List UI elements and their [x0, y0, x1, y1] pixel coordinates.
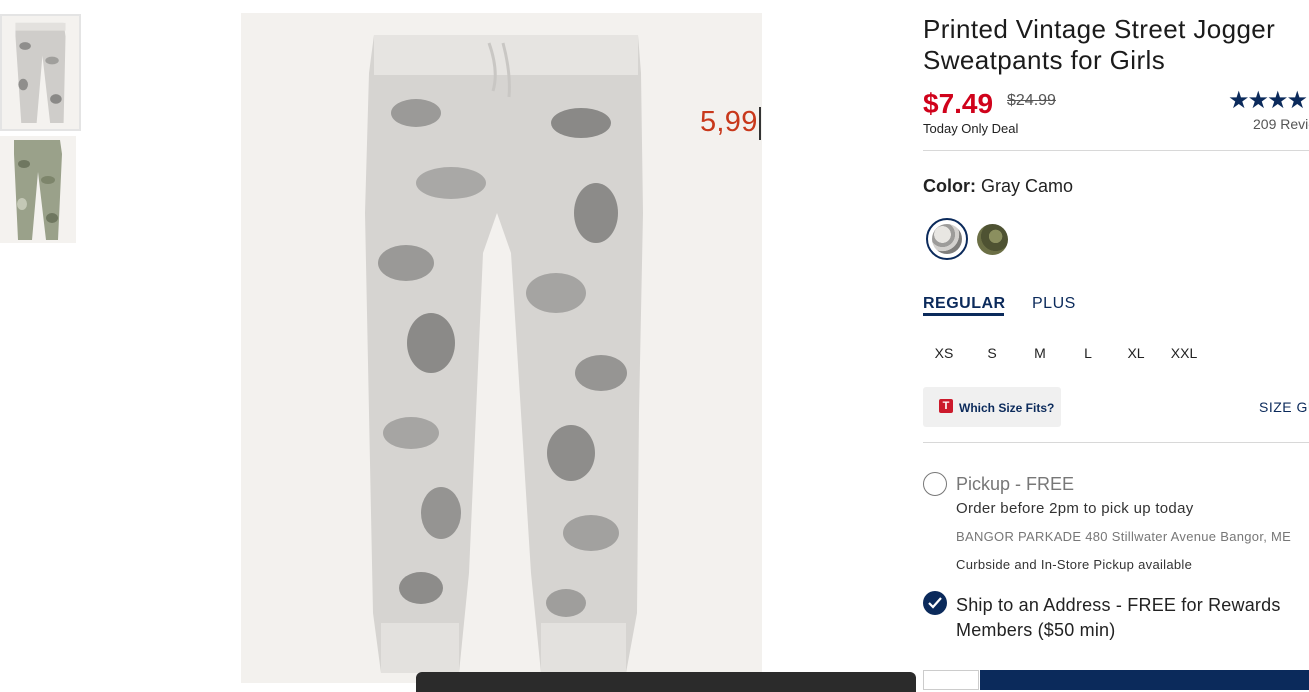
rating-stars-icon[interactable]: ★★★★ — [1228, 86, 1308, 115]
size-option[interactable]: XL — [1116, 345, 1156, 361]
swatch-gray-camo[interactable] — [926, 218, 968, 260]
ship-checkbox[interactable] — [923, 591, 947, 615]
color-value: Gray Camo — [981, 176, 1074, 196]
text-cursor — [759, 107, 761, 140]
thumbnail-gray-camo[interactable] — [0, 14, 81, 131]
color-row: Color: Gray Camo — [923, 176, 1073, 197]
tab-active-indicator — [923, 313, 1004, 316]
pickup-title[interactable]: Pickup - FREE — [956, 474, 1074, 495]
quantity-stepper[interactable] — [923, 670, 979, 690]
store-address[interactable]: BANGOR PARKADE 480 Stillwater Avenue Ban… — [956, 529, 1291, 544]
bottom-toast-bar — [416, 672, 916, 692]
fit-logo-icon: T — [939, 399, 953, 413]
tab-plus[interactable]: PLUS — [1032, 295, 1076, 313]
which-size-fits-button[interactable]: T Which Size Fits? — [923, 387, 1061, 427]
curbside-note: Curbside and In-Store Pickup available — [956, 557, 1193, 572]
size-guide-link[interactable]: SIZE GUIDE — [1259, 399, 1309, 415]
size-option[interactable]: L — [1068, 345, 1108, 361]
pants-thumbnail-icon — [0, 136, 76, 243]
thumbnail-green-camo[interactable] — [0, 136, 76, 243]
which-size-fits-label: Which Size Fits? — [959, 401, 1055, 415]
original-price: $24.99 — [1007, 92, 1056, 109]
sale-price: $7.49 — [923, 88, 994, 119]
add-to-bag-button[interactable] — [980, 670, 1309, 690]
color-label: Color: — [923, 176, 976, 196]
pickup-subtitle: Order before 2pm to pick up today — [956, 500, 1194, 517]
divider — [923, 150, 1309, 151]
pants-thumbnail-icon — [2, 17, 79, 128]
divider — [923, 442, 1309, 443]
size-option[interactable]: M — [1020, 345, 1060, 361]
main-product-image[interactable] — [241, 13, 762, 683]
tab-regular[interactable]: REGULAR — [923, 295, 1006, 313]
product-title: Printed Vintage Street Jogger Sweatpants… — [923, 14, 1276, 75]
swatch-green-camo[interactable] — [977, 224, 1008, 255]
reviews-link[interactable]: 209 Reviews — [1253, 116, 1309, 132]
size-option[interactable]: XXL — [1164, 345, 1204, 361]
ship-to-address-label[interactable]: Ship to an Address - FREE for Rewards Me… — [956, 593, 1309, 643]
camo-jogger-illustration — [241, 13, 762, 683]
checkmark-icon — [928, 597, 942, 609]
overlay-price-text[interactable]: 5,99 — [700, 106, 758, 139]
size-option[interactable]: S — [972, 345, 1012, 361]
size-option[interactable]: XS — [924, 345, 964, 361]
deal-label: Today Only Deal — [923, 121, 1019, 136]
pickup-radio[interactable] — [923, 472, 947, 496]
